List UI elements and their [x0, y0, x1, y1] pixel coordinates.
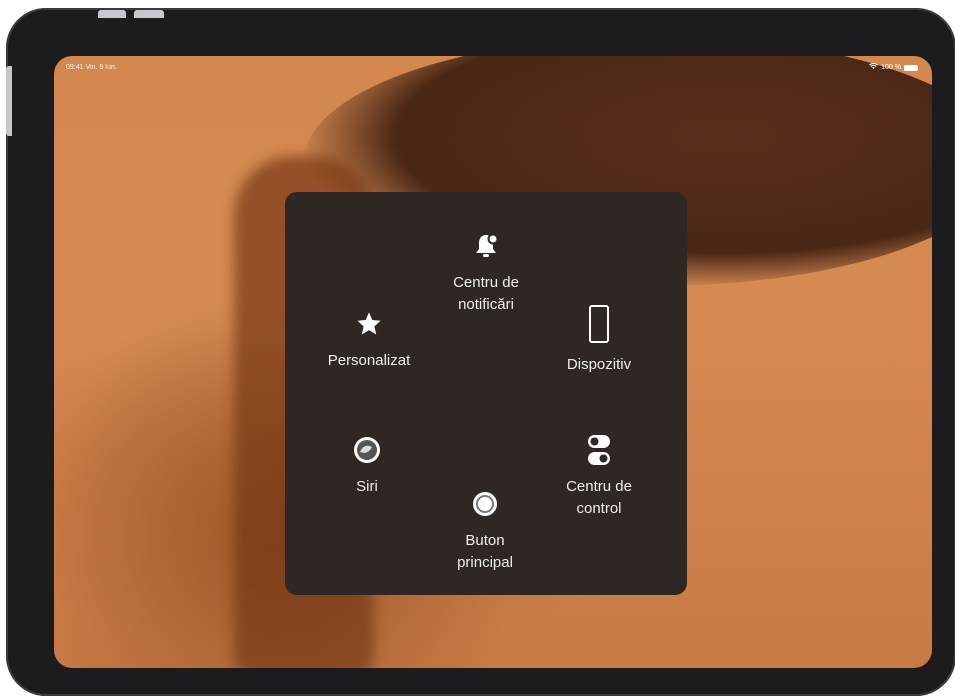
- siri-button[interactable]: Siri: [307, 434, 427, 498]
- custom-label: Personalizat: [327, 352, 411, 369]
- device-icon: [583, 304, 615, 344]
- custom-button[interactable]: Personalizat: [309, 308, 429, 372]
- control-center-button[interactable]: Centru de control: [539, 434, 659, 520]
- status-time: 09:41 Vin. 5 Iun.: [66, 64, 117, 71]
- bell-icon: [470, 230, 502, 262]
- home-button-icon: [469, 488, 501, 520]
- device-label: Dispozitiv: [566, 356, 632, 373]
- side-button: [6, 66, 12, 136]
- control-center-label: Centru de control: [566, 478, 632, 517]
- top-button-left: [98, 10, 126, 18]
- siri-label: Siri: [356, 478, 378, 495]
- battery-icon: [904, 64, 918, 71]
- top-button-right: [134, 10, 164, 18]
- battery-percent: 100 %: [881, 64, 901, 71]
- wifi-icon: [869, 62, 879, 72]
- device-button[interactable]: Dispozitiv: [539, 304, 659, 376]
- status-indicators: 100 %: [869, 62, 918, 72]
- siri-icon: [351, 434, 383, 466]
- star-icon: [353, 308, 385, 340]
- home-button[interactable]: Buton principal: [425, 488, 545, 574]
- notification-center-button[interactable]: Centru de notificări: [426, 230, 546, 316]
- toggle-icon: [583, 434, 615, 466]
- notification-center-label: Centru de notificări: [453, 274, 519, 313]
- home-button-label: Buton principal: [457, 532, 513, 571]
- assistive-touch-menu: Centru de notificări Personalizat Dispoz…: [285, 192, 687, 595]
